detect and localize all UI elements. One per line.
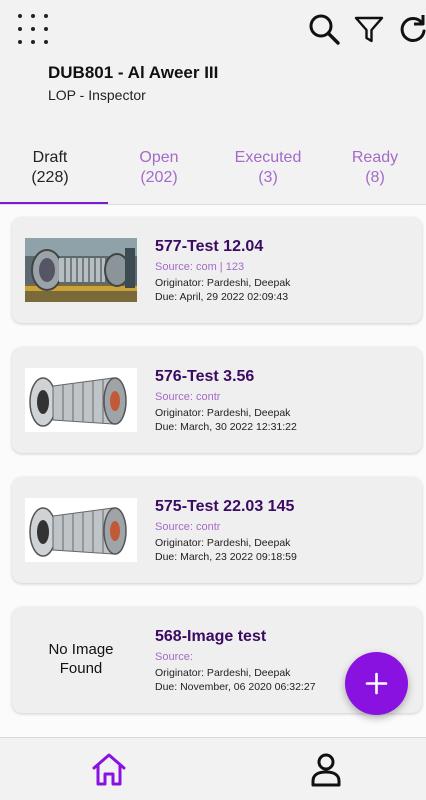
tab-executed-label: Executed xyxy=(234,149,302,166)
card-originator: Originator: Pardeshi, Deepak xyxy=(155,407,291,419)
no-image-placeholder: No Image Found xyxy=(25,640,137,678)
card-due-date: Due: March, 30 2022 12:31:22 xyxy=(155,421,297,433)
card-title: 576-Test 3.56 xyxy=(155,368,255,385)
status-tabs: Draft (228) Open (202) Executed (3) Read… xyxy=(0,140,426,206)
tab-open-label: Open xyxy=(139,149,179,166)
card-due-date: Due: March, 23 2022 09:18:59 xyxy=(155,551,297,563)
card-source: Source: contr xyxy=(155,391,221,403)
add-button[interactable] xyxy=(345,652,408,715)
user-icon[interactable] xyxy=(306,750,346,790)
no-image-line1: No Image xyxy=(48,641,114,658)
grid-menu-icon[interactable] xyxy=(17,13,51,47)
tab-ready-label: Ready xyxy=(351,149,399,166)
card-due-date: Due: April, 29 2022 02:09:43 xyxy=(155,291,289,303)
card-originator: Originator: Pardeshi, Deepak xyxy=(155,667,291,679)
card-title: 575-Test 22.03 145 xyxy=(155,498,295,515)
card-title: 577-Test 12.04 xyxy=(155,238,264,255)
list-item[interactable]: 577-Test 12.04 Source: com | 123 Origina… xyxy=(12,217,422,323)
tab-executed-count: (3) xyxy=(258,169,278,186)
card-originator: Originator: Pardeshi, Deepak xyxy=(155,537,291,549)
list-item[interactable]: 575-Test 22.03 145 Source: contr Origina… xyxy=(12,477,422,583)
tab-open[interactable]: Open (202) xyxy=(132,148,186,188)
home-icon[interactable] xyxy=(89,750,129,790)
card-source: Source: com | 123 xyxy=(155,261,245,273)
bottom-navigation xyxy=(0,737,426,800)
tab-draft-count: (228) xyxy=(31,169,69,186)
list-item[interactable]: 576-Test 3.56 Source: contr Originator: … xyxy=(12,347,422,453)
refresh-icon[interactable] xyxy=(396,12,426,46)
filter-icon[interactable] xyxy=(352,12,386,46)
gas-turbine-thumbnail xyxy=(25,368,137,432)
role-subtitle: LOP - Inspector xyxy=(48,87,146,103)
card-due-date: Due: November, 06 2020 06:32:27 xyxy=(155,681,316,693)
tab-draft[interactable]: Draft (228) xyxy=(22,148,78,188)
card-source: Source: xyxy=(155,651,193,663)
search-icon[interactable] xyxy=(307,12,341,46)
tab-ready[interactable]: Ready (8) xyxy=(346,148,404,188)
gas-turbine-thumbnail xyxy=(25,498,137,562)
site-title: DUB801 - Al Aweer III xyxy=(48,63,219,82)
no-image-line2: Found xyxy=(59,660,103,677)
tab-ready-count: (8) xyxy=(365,169,385,186)
card-source: Source: contr xyxy=(155,521,221,533)
tab-open-count: (202) xyxy=(140,169,178,186)
card-originator: Originator: Pardeshi, Deepak xyxy=(155,277,291,289)
top-bar xyxy=(0,0,426,60)
plus-icon xyxy=(365,672,388,695)
tab-draft-label: Draft xyxy=(32,149,68,166)
tab-executed[interactable]: Executed (3) xyxy=(228,148,308,188)
card-title: 568-Image test xyxy=(155,628,267,645)
turbine-hall-thumbnail xyxy=(25,238,137,302)
